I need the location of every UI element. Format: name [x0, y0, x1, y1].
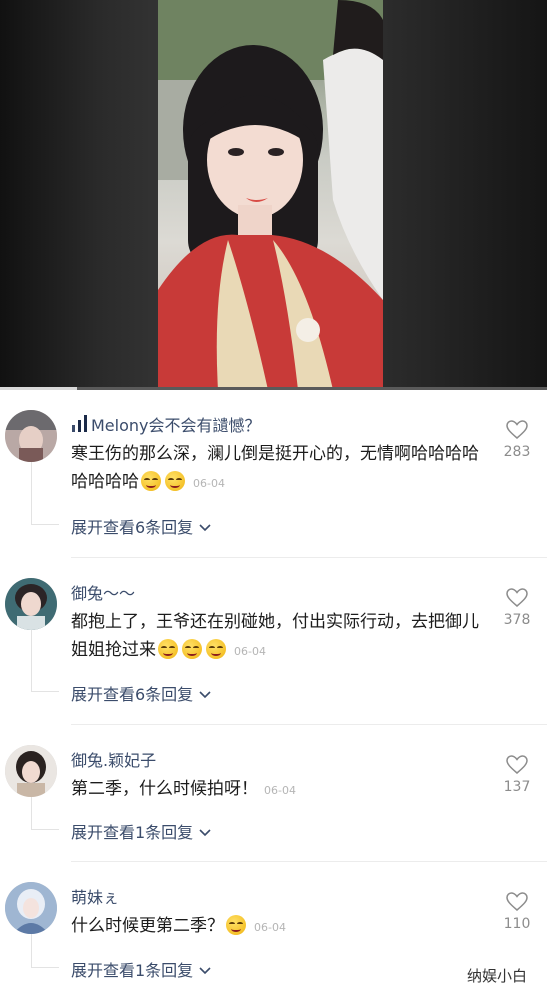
username-text: 御兔～～ [71, 584, 136, 603]
comment-body: 都抱上了，王爷还在别碰她，付出实际行动，去把御儿姐姐抢过来 [71, 612, 479, 660]
comment-username[interactable]: 御兔.颖妃子 [71, 747, 156, 771]
smirk-emoji-icon [182, 639, 202, 659]
username-text: 萌妹ぇ [71, 888, 120, 907]
heart-outline-icon [506, 588, 528, 607]
chevron-down-icon [199, 967, 211, 975]
video-frame [158, 0, 383, 390]
comment-text: 第二季，什么时候拍呀！ 06-04 [71, 775, 491, 805]
expand-replies-button[interactable]: 展开查看1条回复 [71, 957, 211, 981]
comment-text: 寒王伤的那么深，澜儿倒是挺开心的，无情啊哈哈哈哈哈哈哈哈 06-04 [71, 440, 491, 498]
comment-text: 什么时候更第二季？ 06-04 [71, 912, 491, 942]
smirk-emoji-icon [226, 915, 246, 935]
comment-date: 06-04 [234, 645, 266, 658]
comment-date: 06-04 [254, 921, 286, 934]
heart-outline-icon [506, 892, 528, 911]
like-count: 378 [503, 612, 531, 628]
thread-hook [31, 691, 59, 692]
heart-outline-icon [506, 755, 528, 774]
thread-line [31, 797, 32, 830]
video-player[interactable] [0, 0, 547, 390]
smirk-emoji-icon [165, 471, 185, 491]
avatar[interactable] [5, 745, 57, 797]
like-count: 110 [503, 916, 531, 932]
expand-replies-button[interactable]: 展开查看6条回复 [71, 514, 211, 538]
comment-username[interactable]: 萌妹ぇ [71, 884, 119, 908]
comment-item: 御兔～～ 都抱上了，王爷还在别碰她，付出实际行动，去把御儿姐姐抢过来 06-04 … [0, 558, 547, 725]
thread-line [31, 934, 32, 967]
expand-replies-label: 展开查看6条回复 [71, 685, 194, 704]
smirk-emoji-icon [206, 639, 226, 659]
smirk-emoji-icon [141, 471, 161, 491]
like-button[interactable]: 378 [500, 588, 534, 628]
like-count: 283 [503, 444, 531, 460]
thread-hook [31, 524, 59, 525]
comment-username[interactable]: Melony会不会有讉憾？ [71, 412, 261, 436]
chevron-down-icon [199, 524, 211, 532]
thread-line [31, 630, 32, 692]
watermark: 纳娱小白 [464, 964, 531, 987]
chevron-down-icon [199, 829, 211, 837]
avatar[interactable] [5, 578, 57, 630]
expand-replies-label: 展开查看1条回复 [71, 823, 194, 842]
comment-item: 御兔.颖妃子 第二季，什么时候拍呀！ 06-04 展开查看1条回复 137 [0, 725, 547, 862]
avatar[interactable] [5, 410, 57, 462]
comment-list: Melony会不会有讉憾？ 寒王伤的那么深，澜儿倒是挺开心的，无情啊哈哈哈哈哈哈… [0, 390, 547, 996]
username-text: 御兔.颖妃子 [71, 751, 157, 770]
heart-outline-icon [506, 420, 528, 439]
video-still-illustration [158, 0, 383, 390]
like-count: 137 [503, 779, 531, 795]
signal-bars-icon [72, 415, 87, 432]
like-button[interactable]: 137 [500, 755, 534, 795]
like-button[interactable]: 110 [500, 892, 534, 932]
expand-replies-button[interactable]: 展开查看1条回复 [71, 819, 211, 843]
thread-line [31, 462, 32, 524]
expand-replies-button[interactable]: 展开查看6条回复 [71, 681, 211, 705]
like-button[interactable]: 283 [500, 420, 534, 460]
comment-body: 什么时候更第二季？ [71, 916, 224, 936]
thread-hook [31, 967, 59, 968]
avatar[interactable] [5, 882, 57, 934]
thread-hook [31, 829, 59, 830]
expand-replies-label: 展开查看6条回复 [71, 518, 194, 537]
comment-item: Melony会不会有讉憾？ 寒王伤的那么深，澜儿倒是挺开心的，无情啊哈哈哈哈哈哈… [0, 390, 547, 558]
comment-body: 寒王伤的那么深，澜儿倒是挺开心的，无情啊哈哈哈哈哈哈哈哈 [71, 444, 479, 492]
chevron-down-icon [199, 691, 211, 699]
comment-body: 第二季，什么时候拍呀！ [71, 779, 258, 799]
comment-username[interactable]: 御兔～～ [71, 580, 135, 604]
expand-replies-label: 展开查看1条回复 [71, 961, 194, 980]
smirk-emoji-icon [158, 639, 178, 659]
comment-date: 06-04 [193, 477, 225, 490]
comment-date: 06-04 [264, 784, 296, 797]
comment-text: 都抱上了，王爷还在别碰她，付出实际行动，去把御儿姐姐抢过来 06-04 [71, 608, 491, 666]
username-text: Melony会不会有讉憾？ [91, 416, 261, 435]
